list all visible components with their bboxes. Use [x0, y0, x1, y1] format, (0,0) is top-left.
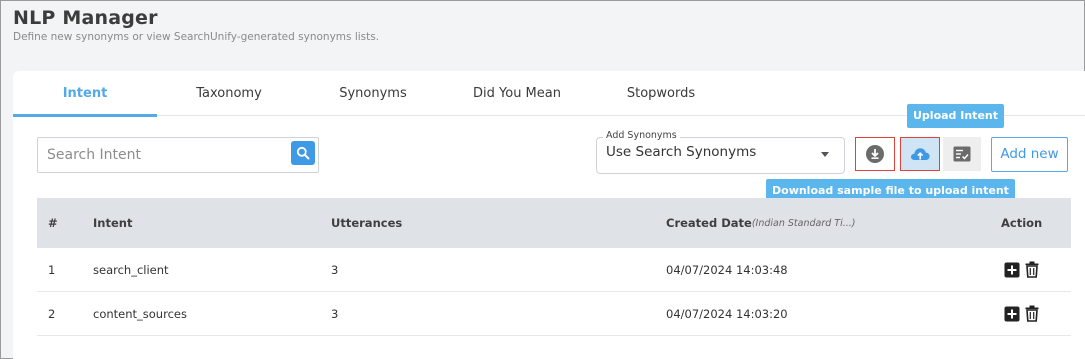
tab-taxonomy[interactable]: Taxonomy [163, 71, 295, 116]
sample-file-button[interactable] [943, 137, 981, 171]
upload-intent-button[interactable] [900, 137, 940, 171]
content-card: Intent Taxonomy Synonyms Did You Mean St… [13, 71, 1085, 359]
header-num: # [48, 216, 58, 230]
row-num: 1 [48, 262, 56, 277]
header-created-label: Created Date [666, 216, 752, 230]
tab-did-you-mean[interactable]: Did You Mean [451, 71, 583, 116]
select-value: Use Search Synonyms [606, 144, 757, 160]
table-row: 1 search_client 3 04/07/2024 14:03:48 [37, 248, 1071, 292]
intent-table: # Intent Utterances Created Date (Indian… [37, 198, 1071, 336]
row-created-date: 04/07/2024 14:03:48 [666, 262, 788, 277]
table-header: # Intent Utterances Created Date (Indian… [37, 198, 1071, 248]
page-subtitle: Define new synonyms or view SearchUnify-… [13, 31, 380, 43]
row-intent: content_sources [93, 306, 187, 321]
synonyms-select[interactable]: Add Synonyms Use Search Synonyms [596, 130, 845, 174]
search-button[interactable] [291, 141, 315, 165]
trash-icon[interactable] [1025, 305, 1039, 322]
add-utterance-icon[interactable] [1004, 306, 1020, 322]
download-icon [866, 145, 884, 163]
cloud-upload-icon [910, 148, 930, 160]
search-field [37, 137, 319, 173]
tab-intent[interactable]: Intent [13, 71, 157, 117]
header-utterances: Utterances [331, 216, 403, 230]
header-intent: Intent [93, 216, 133, 230]
page-title: NLP Manager [13, 7, 158, 29]
row-actions [1001, 248, 1039, 291]
row-num: 2 [48, 306, 56, 321]
upload-intent-tooltip: Upload Intent [907, 104, 1004, 128]
table-row: 2 content_sources 3 04/07/2024 14:03:20 [37, 292, 1071, 336]
page-header: NLP Manager Define new synonyms or view … [13, 7, 379, 43]
search-input[interactable] [38, 138, 288, 172]
select-legend: Add Synonyms [603, 130, 680, 141]
row-actions [1001, 292, 1039, 335]
add-utterance-icon[interactable] [1004, 262, 1020, 278]
header-timezone-note: (Indian Standard Ti...) [751, 217, 856, 229]
row-created-date: 04/07/2024 14:03:20 [666, 306, 788, 321]
checklist-icon [953, 146, 971, 162]
chevron-down-icon [821, 152, 829, 157]
download-button[interactable] [855, 137, 895, 171]
row-utterances: 3 [331, 306, 339, 321]
tab-synonyms[interactable]: Synonyms [307, 71, 439, 116]
search-icon [296, 146, 310, 160]
row-utterances: 3 [331, 262, 339, 277]
row-intent: search_client [93, 262, 169, 277]
header-action: Action [1001, 216, 1043, 230]
add-new-button[interactable]: Add new [991, 137, 1068, 172]
trash-icon[interactable] [1025, 261, 1039, 278]
header-created-date: Created Date (Indian Standard Ti...) [666, 198, 856, 248]
tab-stopwords[interactable]: Stopwords [595, 71, 727, 116]
